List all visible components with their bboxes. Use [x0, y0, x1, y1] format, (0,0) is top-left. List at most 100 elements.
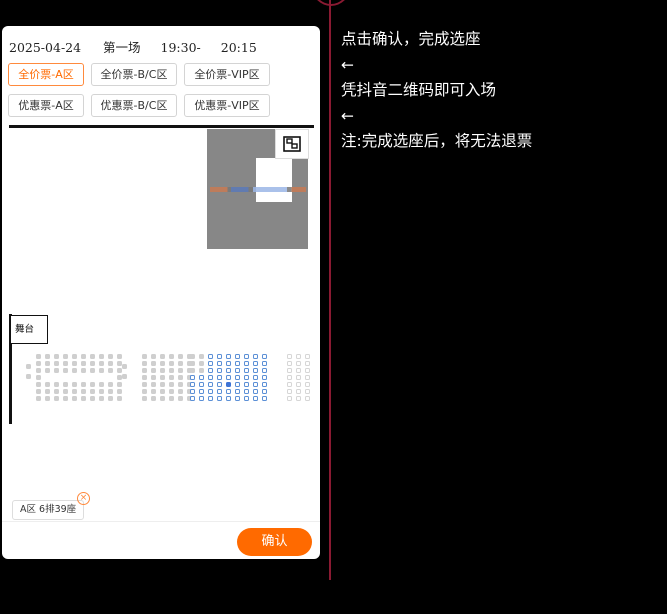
- seat[interactable]: [199, 382, 204, 387]
- seat: [81, 361, 86, 366]
- seat[interactable]: [217, 368, 222, 373]
- expand-map-button[interactable]: [275, 129, 309, 159]
- seat[interactable]: [262, 361, 267, 366]
- seat: [72, 382, 77, 387]
- note-arrow-1: ←: [341, 55, 354, 74]
- seat[interactable]: [226, 389, 231, 394]
- seat[interactable]: [305, 361, 310, 366]
- seat[interactable]: [190, 382, 195, 387]
- seat[interactable]: [226, 382, 231, 387]
- seat[interactable]: [244, 375, 249, 380]
- seat[interactable]: [253, 368, 258, 373]
- seat[interactable]: [287, 368, 292, 373]
- seat[interactable]: [262, 375, 267, 380]
- seat[interactable]: [226, 368, 231, 373]
- seat[interactable]: [253, 382, 258, 387]
- seat[interactable]: [190, 396, 195, 401]
- seat[interactable]: [217, 375, 222, 380]
- seat[interactable]: [262, 382, 267, 387]
- seat[interactable]: [253, 361, 258, 366]
- seat[interactable]: [208, 361, 213, 366]
- seat[interactable]: [199, 389, 204, 394]
- seat[interactable]: [217, 361, 222, 366]
- seat[interactable]: [235, 368, 240, 373]
- seat[interactable]: [244, 368, 249, 373]
- ticket-discount-vip[interactable]: 优惠票-VIP区: [184, 94, 270, 117]
- seat[interactable]: [217, 382, 222, 387]
- seat[interactable]: [287, 375, 292, 380]
- seat[interactable]: [208, 382, 213, 387]
- seat[interactable]: [262, 396, 267, 401]
- seat[interactable]: [208, 396, 213, 401]
- seat[interactable]: [217, 396, 222, 401]
- seat[interactable]: [199, 375, 204, 380]
- seat[interactable]: [287, 389, 292, 394]
- seat[interactable]: [287, 382, 292, 387]
- seat[interactable]: [253, 396, 258, 401]
- seat: [90, 382, 95, 387]
- seat[interactable]: [235, 375, 240, 380]
- seat[interactable]: [262, 368, 267, 373]
- seat[interactable]: [305, 382, 310, 387]
- seat[interactable]: [296, 368, 301, 373]
- seat[interactable]: [287, 361, 292, 366]
- seat[interactable]: [235, 354, 240, 359]
- ticket-full-vip[interactable]: 全价票-VIP区: [184, 63, 270, 86]
- seat[interactable]: [305, 389, 310, 394]
- seat[interactable]: [244, 396, 249, 401]
- seat[interactable]: [244, 389, 249, 394]
- seat[interactable]: [287, 354, 292, 359]
- seat[interactable]: [296, 389, 301, 394]
- seat[interactable]: [226, 375, 231, 380]
- seat[interactable]: [226, 354, 231, 359]
- seat[interactable]: [208, 375, 213, 380]
- seat[interactable]: [287, 396, 292, 401]
- seat[interactable]: [305, 354, 310, 359]
- seat[interactable]: [190, 375, 195, 380]
- seat[interactable]: [208, 368, 213, 373]
- seat[interactable]: [253, 375, 258, 380]
- seat: [99, 368, 104, 373]
- seat[interactable]: [305, 396, 310, 401]
- seat[interactable]: [296, 396, 301, 401]
- ticket-discount-bc[interactable]: 优惠票-B/C区: [91, 94, 177, 117]
- seat[interactable]: [262, 354, 267, 359]
- seat[interactable]: [226, 361, 231, 366]
- seat[interactable]: [208, 389, 213, 394]
- seat[interactable]: [235, 396, 240, 401]
- seat[interactable]: [217, 354, 222, 359]
- seat: [54, 368, 59, 373]
- seat: [45, 354, 50, 359]
- seat: [199, 368, 204, 373]
- seat[interactable]: [199, 396, 204, 401]
- seat[interactable]: [305, 375, 310, 380]
- seat[interactable]: [296, 354, 301, 359]
- seat[interactable]: [305, 368, 310, 373]
- remove-seat-icon[interactable]: ×: [77, 492, 90, 505]
- stage-label: 舞台: [10, 315, 48, 344]
- seat[interactable]: [244, 382, 249, 387]
- ticket-full-bc[interactable]: 全价票-B/C区: [91, 63, 177, 86]
- seat[interactable]: [190, 389, 195, 394]
- seat: [45, 396, 50, 401]
- seat[interactable]: [217, 389, 222, 394]
- seat[interactable]: [208, 354, 213, 359]
- session-start: 19:30-: [160, 40, 201, 55]
- seat[interactable]: [296, 361, 301, 366]
- seat[interactable]: [226, 396, 231, 401]
- seat[interactable]: [296, 375, 301, 380]
- seat[interactable]: [296, 382, 301, 387]
- seat[interactable]: [235, 382, 240, 387]
- seat[interactable]: [253, 354, 258, 359]
- seat[interactable]: [253, 389, 258, 394]
- ticket-discount-a[interactable]: 优惠票-A区: [8, 94, 84, 117]
- seat[interactable]: [262, 389, 267, 394]
- seat: [108, 382, 113, 387]
- confirm-button[interactable]: 确认: [237, 528, 312, 556]
- selected-seat-chip: A区 6排39座: [12, 500, 85, 520]
- ticket-full-a[interactable]: 全价票-A区: [8, 63, 84, 86]
- seat[interactable]: [235, 389, 240, 394]
- seat[interactable]: [244, 361, 249, 366]
- seat[interactable]: [244, 354, 249, 359]
- seat[interactable]: [235, 361, 240, 366]
